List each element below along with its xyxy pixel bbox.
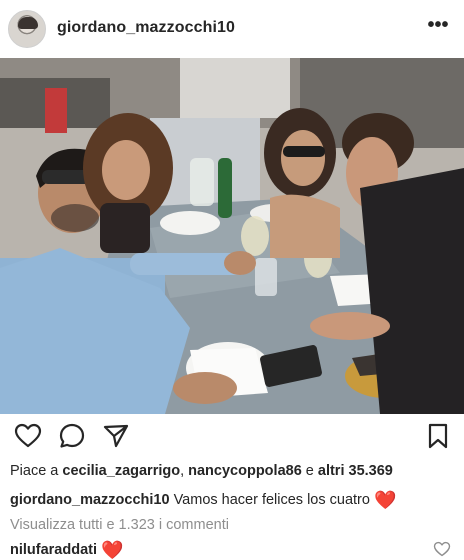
likes-separator: , [180, 463, 189, 479]
post-username[interactable]: giordano_mazzocchi10 [57, 19, 235, 37]
post-caption: giordano_mazzocchi10 Vamos hacer felices… [10, 490, 396, 511]
heart-icon[interactable] [14, 422, 42, 450]
comment-row: nilufaraddati ❤️ [10, 540, 123, 560]
heart-emoji: ❤️ [373, 490, 397, 510]
likes-conjunction: e [301, 463, 318, 479]
share-icon[interactable] [102, 422, 130, 450]
post-photo[interactable] [0, 58, 464, 414]
likes-prefix: Piace a [10, 463, 63, 479]
caption-text: Vamos hacer felices los cuatro [169, 492, 374, 508]
liker-link[interactable]: nancycoppola86 [188, 463, 302, 479]
heart-emoji: ❤️ [101, 540, 124, 560]
comment-icon[interactable] [58, 422, 86, 450]
avatar[interactable] [8, 10, 46, 48]
view-all-comments-link[interactable]: Visualizza tutti e 1.323 i commenti [10, 517, 229, 533]
post-actions [0, 418, 464, 454]
post-header: giordano_mazzocchi10 ••• [0, 0, 464, 58]
comment-username[interactable]: nilufaraddati [10, 542, 97, 558]
likes-count-link[interactable]: altri 35.369 [318, 463, 393, 479]
caption-username[interactable]: giordano_mazzocchi10 [10, 492, 170, 508]
more-icon[interactable]: ••• [426, 15, 450, 37]
liker-link[interactable]: cecilia_zagarrigo [62, 463, 180, 479]
comment-heart-icon[interactable] [433, 541, 451, 557]
likes-summary: Piace a cecilia_zagarrigo, nancycoppola8… [10, 463, 393, 479]
bookmark-icon[interactable] [424, 422, 452, 450]
